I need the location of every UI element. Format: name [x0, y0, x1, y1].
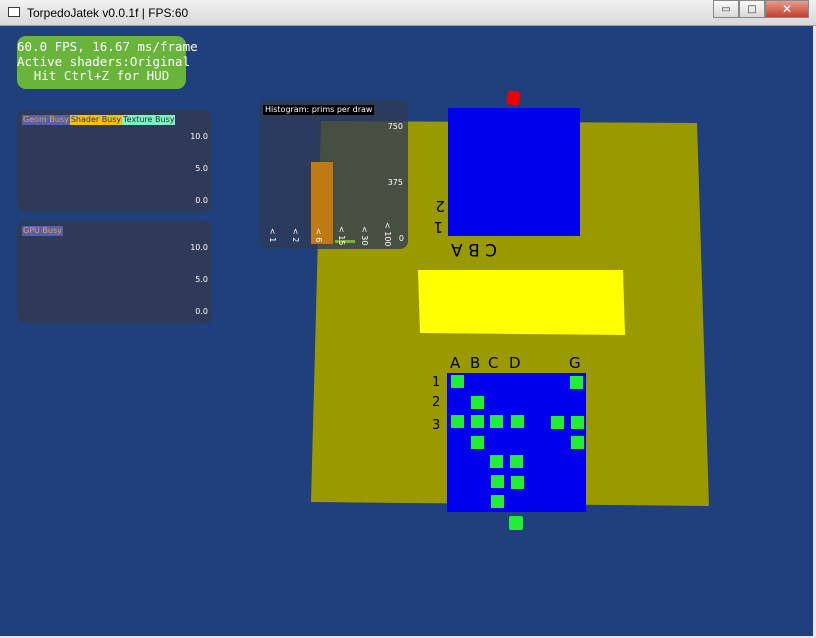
hist-x-2: < 2 [291, 228, 300, 243]
window-title: TorpedoJatek v0.0.1f | FPS:60 [27, 6, 189, 20]
gpu-graph-panel: GPU Busy 10.0 5.0 0.0 [17, 221, 212, 323]
column-label: G [569, 354, 581, 372]
row-labels: 1 2 3 [432, 375, 440, 433]
ship-cell[interactable] [511, 476, 524, 489]
ship-cell[interactable] [491, 495, 504, 508]
ship-cell[interactable] [490, 455, 503, 468]
highlight-bar [418, 270, 625, 335]
row-label: 1 [432, 375, 440, 390]
gpu-tick-low: 0.0 [195, 307, 208, 316]
legend-gpu: GPU Busy [22, 226, 63, 236]
legend-texture: Texture Busy [122, 115, 176, 125]
ship-cell[interactable] [571, 436, 584, 449]
ship-cell[interactable] [491, 475, 504, 488]
close-button[interactable]: ✕ [765, 0, 809, 18]
ship-cell[interactable] [471, 396, 484, 409]
legend-shader: Shader Busy [69, 115, 123, 125]
gpu-tick-mid: 5.0 [195, 275, 208, 284]
column-label: C [488, 354, 498, 372]
hist-x-100: < 100 [383, 222, 392, 247]
cpu-tick-low: 0.0 [195, 196, 208, 205]
hist-tick-high: 750 [387, 122, 403, 131]
histogram-title: Histogram: prims per draw [263, 105, 375, 115]
ship-cell[interactable] [570, 376, 583, 389]
gpu-legend: GPU Busy [22, 226, 63, 236]
green-marker [509, 516, 523, 530]
cpu-tick-mid: 5.0 [195, 164, 208, 173]
row-label: 3 [432, 418, 440, 433]
ship-cell[interactable] [510, 455, 523, 468]
window-controls: ▭ □ ✕ [713, 0, 809, 19]
hud-hint: Hit Ctrl+Z for HUD [33, 68, 170, 83]
ship-cell[interactable] [471, 415, 484, 428]
ship-cell[interactable] [471, 436, 484, 449]
hist-x-30: < 30 [360, 226, 369, 246]
row-label: 2 [432, 395, 440, 410]
ship-cell[interactable] [490, 415, 503, 428]
hist-x-6: < 6 [314, 228, 323, 243]
cpu-tick-high: 10.0 [190, 132, 208, 141]
column-label: D [509, 354, 521, 372]
app-icon [8, 7, 20, 17]
title-bar: TorpedoJatek v0.0.1f | FPS:60 ▭ □ ✕ [0, 0, 816, 26]
red-marker [506, 90, 521, 106]
shader-readout: Active shaders:Original [17, 53, 191, 69]
column-label: A [450, 354, 461, 372]
ship-cell[interactable] [571, 416, 584, 429]
cpu-legend: Geom Busy Shader Busy Texture Busy [22, 115, 176, 125]
histogram-panel: Histogram: prims per draw 750 375 0 < 1 … [259, 100, 408, 249]
hist-x-15: < 15 [337, 226, 346, 246]
enemy-grid [448, 108, 580, 236]
legend-geom: Geom Busy [22, 115, 70, 125]
hist-tick-mid: 375 [387, 178, 403, 187]
ship-cell[interactable] [551, 416, 564, 429]
hist-x-1: < 1 [268, 228, 277, 243]
side-label-2: 2 [435, 197, 445, 215]
fps-readout: 60.0 FPS, 16.67 ms/frame [17, 39, 198, 54]
game-viewport[interactable]: 2 1 C B A ABCD G 1 2 3 60.0 FPS, 16.67 ms/f… [1, 26, 813, 636]
side-label-1: 1 [433, 218, 443, 236]
player-grid [447, 373, 586, 512]
hist-tick-low: 0 [398, 234, 404, 243]
ship-cell[interactable] [451, 415, 464, 428]
cpu-graph-panel: Geom Busy Shader Busy Texture Busy 10.0 … [17, 110, 212, 212]
column-label: B [470, 354, 480, 372]
top-row-label: C B A [451, 239, 497, 259]
maximize-button[interactable]: □ [739, 0, 765, 18]
gpu-tick-high: 10.0 [190, 243, 208, 252]
minimize-button[interactable]: ▭ [713, 0, 739, 18]
ship-cell[interactable] [511, 415, 524, 428]
ship-cell[interactable] [451, 375, 464, 388]
fps-hud: 60.0 FPS, 16.67 ms/frame Active shaders:… [17, 36, 198, 89]
